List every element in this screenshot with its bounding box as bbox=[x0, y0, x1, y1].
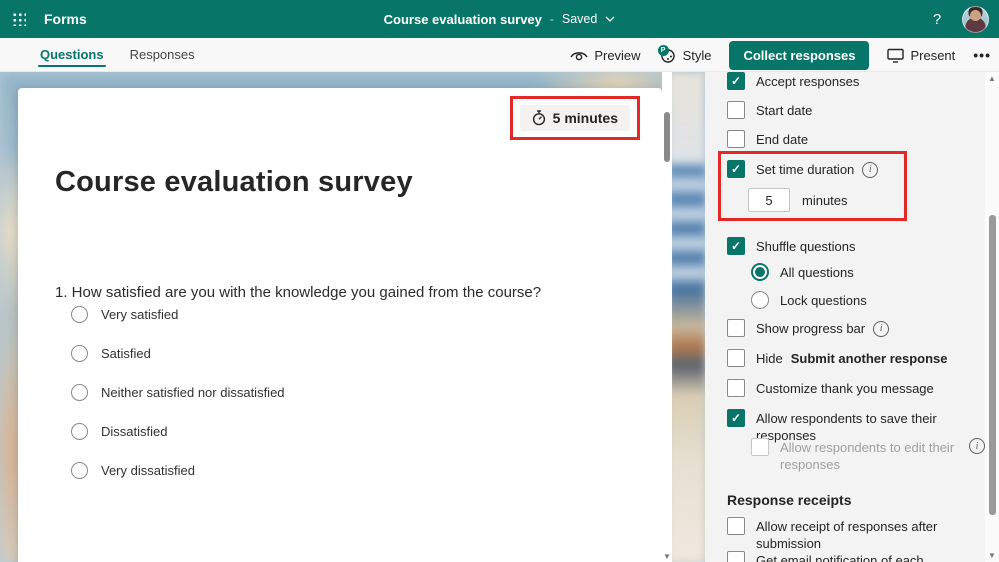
user-avatar[interactable] bbox=[962, 5, 989, 33]
setting-lock-questions[interactable]: Lock questions bbox=[705, 291, 985, 309]
checkbox-checked-icon[interactable] bbox=[727, 72, 745, 90]
tabs: Questions Responses bbox=[38, 38, 195, 71]
radio-selected-icon[interactable] bbox=[751, 263, 769, 281]
checkbox-icon[interactable] bbox=[727, 551, 745, 562]
form-card: 5 minutes Course evaluation survey 1. Ho… bbox=[18, 88, 662, 562]
checkbox-checked-icon[interactable] bbox=[727, 237, 745, 255]
title-separator: - bbox=[549, 12, 554, 26]
radio-icon[interactable] bbox=[71, 345, 88, 362]
setting-end-date[interactable]: End date bbox=[705, 130, 985, 148]
setting-show-progress-bar[interactable]: Show progress bar i bbox=[705, 319, 985, 337]
radio-icon[interactable] bbox=[71, 384, 88, 401]
toolbar-actions: Preview P Style Collect responses Presen… bbox=[570, 38, 991, 72]
style-icon: P bbox=[657, 45, 677, 63]
option-satisfied[interactable]: Satisfied bbox=[71, 345, 151, 362]
checkbox-checked-icon[interactable] bbox=[727, 160, 745, 178]
option-very-satisfied[interactable]: Very satisfied bbox=[71, 306, 178, 323]
document-title: Course evaluation survey bbox=[383, 11, 542, 27]
radio-icon[interactable] bbox=[71, 423, 88, 440]
scroll-up-icon[interactable]: ▲ bbox=[985, 74, 999, 83]
document-title-group: Course evaluation survey - Saved bbox=[0, 0, 999, 38]
settings-panel: Accept responses Start date End date Set… bbox=[705, 72, 985, 562]
setting-start-date[interactable]: Start date bbox=[705, 101, 985, 119]
preview-label: Preview bbox=[594, 47, 641, 63]
setting-accept-responses[interactable]: Accept responses bbox=[705, 72, 985, 90]
help-button[interactable]: ? bbox=[926, 11, 948, 28]
style-label: Style bbox=[682, 47, 712, 63]
checkbox-icon[interactable] bbox=[727, 517, 745, 535]
app-header: Forms Course evaluation survey - Saved ? bbox=[0, 0, 999, 38]
waffle-icon bbox=[12, 12, 26, 26]
settings-scrollbar[interactable]: ▲ ▼ bbox=[985, 72, 999, 562]
checkbox-checked-icon[interactable] bbox=[727, 409, 745, 427]
setting-allow-edit-responses: Allow respondents to edit their response… bbox=[705, 438, 985, 473]
more-options-button[interactable]: ••• bbox=[973, 47, 991, 63]
content-scrollbar[interactable]: ▼ bbox=[662, 72, 672, 562]
response-receipts-heading: Response receipts bbox=[727, 492, 852, 508]
radio-icon[interactable] bbox=[71, 462, 88, 479]
settings-scrollbar-thumb[interactable] bbox=[989, 215, 996, 515]
present-button[interactable]: Present bbox=[887, 48, 955, 63]
info-icon[interactable]: i bbox=[862, 161, 879, 178]
preview-button[interactable]: Preview bbox=[570, 47, 641, 63]
checkbox-disabled-icon bbox=[751, 438, 769, 456]
setting-hide-submit-another[interactable]: Hide Submit another response bbox=[705, 349, 985, 367]
setting-allow-receipt[interactable]: Allow receipt of responses after submiss… bbox=[705, 517, 985, 552]
tab-questions[interactable]: Questions bbox=[38, 38, 106, 71]
info-icon[interactable]: i bbox=[969, 438, 985, 454]
chevron-down-icon[interactable] bbox=[605, 14, 615, 24]
option-neither[interactable]: Neither satisfied nor dissatisfied bbox=[71, 384, 285, 401]
duration-input-row: minutes bbox=[748, 188, 848, 212]
checkbox-icon[interactable] bbox=[727, 379, 745, 397]
app-name: Forms bbox=[44, 11, 87, 27]
option-very-dissatisfied[interactable]: Very dissatisfied bbox=[71, 462, 195, 479]
timer-badge-label: 5 minutes bbox=[552, 110, 618, 126]
stopwatch-icon bbox=[532, 110, 545, 126]
style-button[interactable]: P Style bbox=[657, 45, 712, 63]
radio-icon[interactable] bbox=[71, 306, 88, 323]
scroll-down-icon[interactable]: ▼ bbox=[985, 551, 999, 560]
tab-bar: Questions Responses Preview P Style Coll… bbox=[0, 38, 999, 72]
checkbox-icon[interactable] bbox=[727, 319, 745, 337]
app-launcher-button[interactable] bbox=[0, 0, 38, 38]
form-title[interactable]: Course evaluation survey bbox=[55, 166, 413, 199]
content-scrollbar-thumb[interactable] bbox=[664, 112, 670, 162]
setting-shuffle-questions[interactable]: Shuffle questions bbox=[705, 237, 985, 255]
question-text[interactable]: 1. How satisfied are you with the knowle… bbox=[55, 284, 541, 301]
checkbox-icon[interactable] bbox=[727, 130, 745, 148]
timer-highlight-box: 5 minutes bbox=[509, 96, 640, 140]
option-dissatisfied[interactable]: Dissatisfied bbox=[71, 423, 167, 440]
timer-badge: 5 minutes bbox=[519, 105, 630, 131]
collect-responses-button[interactable]: Collect responses bbox=[729, 40, 870, 70]
duration-unit-label: minutes bbox=[802, 192, 848, 208]
setting-set-time-duration[interactable]: Set time duration i bbox=[705, 160, 985, 178]
setting-all-questions[interactable]: All questions bbox=[705, 263, 985, 281]
saved-status: Saved bbox=[561, 12, 598, 26]
info-icon[interactable]: i bbox=[873, 320, 890, 337]
present-label: Present bbox=[910, 47, 956, 63]
radio-icon[interactable] bbox=[751, 291, 769, 309]
eye-icon bbox=[570, 51, 588, 60]
duration-minutes-input[interactable] bbox=[748, 188, 790, 212]
checkbox-icon[interactable] bbox=[727, 101, 745, 119]
scroll-down-icon[interactable]: ▼ bbox=[662, 552, 672, 561]
tab-responses[interactable]: Responses bbox=[130, 38, 195, 71]
setting-customize-thank-you[interactable]: Customize thank you message bbox=[705, 379, 985, 397]
workspace: 5 minutes Course evaluation survey 1. Ho… bbox=[0, 72, 999, 562]
monitor-icon bbox=[887, 48, 905, 63]
setting-email-notification[interactable]: Get email notification of each response bbox=[705, 551, 985, 562]
checkbox-icon[interactable] bbox=[727, 349, 745, 367]
forms-app-window: Forms Course evaluation survey - Saved ?… bbox=[0, 0, 999, 562]
header-right-group: ? bbox=[926, 0, 999, 38]
background-photo-strip bbox=[668, 72, 705, 562]
